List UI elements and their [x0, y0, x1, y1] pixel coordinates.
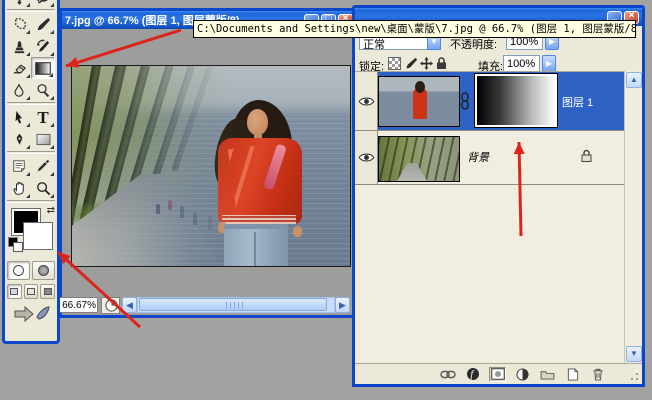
background-lock-icon — [581, 149, 592, 168]
layer-mask-thumbnail[interactable] — [475, 74, 557, 127]
layer1-thumbnail[interactable] — [378, 76, 460, 127]
link-layers-icon[interactable] — [439, 367, 456, 382]
patch-tool[interactable] — [7, 13, 31, 35]
pen-tool[interactable] — [7, 128, 31, 150]
gradient-tool[interactable] — [31, 57, 55, 79]
mask-link-icon[interactable] — [460, 92, 470, 115]
horizontal-scrollbar[interactable]: ◀ ▶ — [122, 297, 350, 313]
dodge-tool[interactable] — [31, 79, 55, 101]
fullscreen-button[interactable] — [40, 284, 55, 299]
notes-tool[interactable] — [7, 155, 31, 177]
eyedropper-tool[interactable] — [31, 155, 55, 177]
layer-row-background[interactable]: 背景 — [355, 131, 624, 185]
delete-layer-icon[interactable] — [589, 367, 606, 382]
lock-all-icon[interactable] — [436, 57, 449, 70]
hand-tool[interactable] — [7, 177, 31, 199]
panel-scrollbar[interactable]: ▲ ▼ — [624, 71, 642, 363]
fill-slider-arrow-icon[interactable]: ▶ — [542, 55, 556, 72]
scroll-down-button[interactable]: ▼ — [626, 346, 642, 362]
layers-panel-footer: f — [355, 363, 642, 384]
layer-row-layer1[interactable]: 图层 1 — [355, 72, 624, 131]
path-selection-tool[interactable] — [7, 106, 31, 128]
photo-canvas[interactable] — [71, 65, 351, 267]
status-info-button[interactable] — [101, 297, 120, 314]
history-brush-tool[interactable] — [31, 35, 55, 57]
quick-mask-mode-button[interactable] — [32, 261, 55, 280]
default-colors-icon[interactable] — [8, 237, 22, 251]
scroll-right-button[interactable]: ▶ — [335, 297, 350, 313]
adjustment-layer-icon[interactable] — [514, 367, 531, 382]
eye-icon — [358, 96, 375, 107]
new-group-icon[interactable] — [539, 367, 556, 382]
standard-mode-button[interactable] — [7, 261, 30, 280]
type-tool[interactable]: T — [31, 106, 55, 128]
woman-red-blouse — [218, 138, 302, 224]
brush-tool[interactable] — [31, 13, 55, 35]
visibility-toggle[interactable] — [355, 72, 378, 130]
masked-layer-woman — [72, 66, 350, 266]
lock-position-icon[interactable] — [420, 57, 433, 70]
new-layer-icon[interactable] — [564, 367, 581, 382]
swap-colors-icon[interactable]: ⇄ — [47, 205, 55, 216]
color-swatches: ⇄ — [7, 205, 57, 257]
zoom-tool[interactable] — [31, 177, 55, 199]
visibility-toggle[interactable] — [355, 131, 378, 184]
woman-jeans — [224, 224, 288, 267]
move-tool[interactable] — [7, 0, 31, 8]
path-tooltip: C:\Documents and Settings\new\桌面\蒙版\7.jp… — [193, 20, 636, 38]
lasso-tool[interactable] — [31, 0, 55, 8]
background-thumbnail[interactable] — [378, 136, 460, 182]
fill-value-field[interactable]: 100% — [503, 55, 540, 72]
scroll-thumb[interactable] — [139, 298, 327, 311]
blur-tool[interactable] — [7, 79, 31, 101]
opacity-label: 不透明度: — [450, 36, 497, 52]
clock-icon — [104, 298, 119, 313]
layer-style-icon[interactable]: f — [464, 367, 481, 382]
lock-paint-icon[interactable] — [405, 57, 418, 70]
zoom-level-field[interactable]: 66.67% — [56, 297, 98, 313]
clone-stamp-tool[interactable] — [7, 35, 31, 57]
shape-tool[interactable] — [31, 128, 55, 150]
layer-name[interactable]: 背景 — [467, 149, 489, 165]
eye-icon — [358, 152, 375, 163]
layer-name[interactable]: 图层 1 — [562, 94, 593, 110]
toolbox-palette: T ⇄ — [2, 0, 60, 344]
scroll-up-button[interactable]: ▲ — [626, 72, 642, 88]
fullscreen-menubar-button[interactable] — [24, 284, 39, 299]
layers-panel: _ × 正常 ▼ 不透明度: 100% ▶ 锁定: 填充: 100% ▶ — [352, 5, 645, 387]
background-color-swatch[interactable] — [24, 223, 52, 249]
layer-list: 图层 1 背景 — [355, 71, 624, 362]
lock-transparency-icon[interactable] — [388, 57, 401, 70]
image-window-statusbar: 66.67% ◀ ▶ — [62, 296, 356, 315]
standard-screen-button[interactable] — [7, 284, 22, 299]
add-layer-mask-icon[interactable] — [489, 367, 506, 382]
scroll-track[interactable] — [137, 297, 335, 313]
eraser-tool[interactable] — [7, 57, 31, 79]
edit-in-imageready-button[interactable] — [11, 303, 51, 323]
panel-resize-grip[interactable] — [627, 369, 640, 382]
scroll-left-button[interactable]: ◀ — [122, 297, 137, 313]
